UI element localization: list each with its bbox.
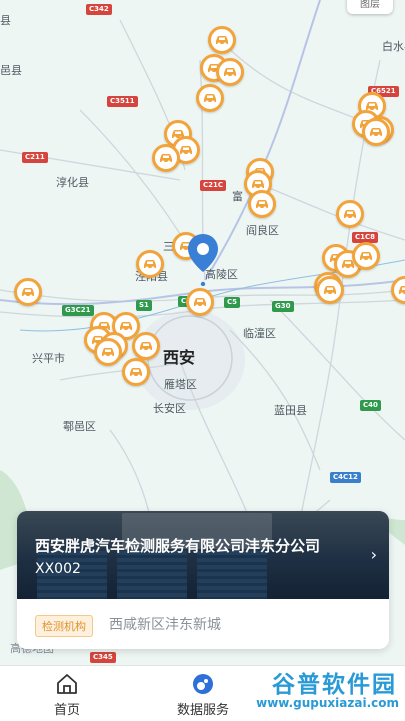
station-marker[interactable] — [316, 276, 344, 304]
station-marker[interactable] — [196, 84, 224, 112]
car-icon — [120, 322, 132, 332]
road-shield: C5 — [224, 297, 241, 308]
station-marker[interactable] — [14, 278, 42, 306]
station-marker[interactable] — [216, 58, 244, 86]
car-icon — [224, 68, 236, 78]
car-icon — [216, 36, 228, 46]
chevron-right-icon[interactable]: › — [371, 545, 377, 564]
road-shield: C345 — [90, 652, 116, 663]
data-service-icon — [193, 674, 213, 694]
place-label: 邑县 — [0, 64, 22, 77]
road-shield: G30 — [272, 301, 294, 312]
car-icon — [370, 128, 382, 138]
station-marker[interactable] — [336, 200, 364, 228]
car-icon — [399, 286, 405, 296]
watermark-logo: 谷普软件园 — [272, 672, 397, 698]
station-type-badge: 检测机构 — [35, 615, 93, 637]
road-shield: C21C — [200, 180, 227, 191]
car-icon — [144, 260, 156, 270]
place-label: 阎良区 — [246, 224, 279, 237]
road-shield: C40 — [360, 400, 381, 411]
place-label: 白水县 — [382, 40, 405, 53]
car-icon — [180, 146, 192, 156]
road-shield: G3C21 — [62, 305, 94, 316]
car-icon — [130, 368, 142, 378]
car-icon — [256, 200, 268, 210]
car-icon — [22, 288, 34, 298]
place-label: 雁塔区 — [164, 378, 197, 391]
place-label: 富 — [232, 190, 243, 203]
watermark: 谷普软件园 www.gupuxiazai.com — [224, 663, 405, 720]
station-address: 西咸新区沣东新城 — [109, 617, 221, 633]
station-marker[interactable] — [152, 144, 180, 172]
station-code: XX002 — [35, 561, 81, 577]
tab-label: 首页 — [53, 703, 80, 718]
current-location-marker — [188, 234, 218, 286]
place-label: 县 — [0, 14, 11, 27]
road-shield: C4C12 — [330, 472, 361, 483]
road-shield: C342 — [86, 4, 112, 15]
station-marker[interactable] — [352, 242, 380, 270]
place-label: 长安区 — [153, 402, 186, 415]
place-label: 兴平市 — [32, 352, 65, 365]
car-icon — [252, 180, 264, 190]
place-label: 临潼区 — [243, 327, 276, 340]
road-shield: S1 — [136, 300, 152, 311]
map-layers-button[interactable]: 图层 — [347, 0, 393, 14]
place-label: 蓝田县 — [274, 404, 307, 417]
city-label: 西安 — [163, 348, 196, 367]
car-icon — [102, 348, 114, 358]
station-marker[interactable] — [136, 250, 164, 278]
station-name: 西安胖虎汽车检测服务有限公司沣东分公司 — [35, 537, 321, 555]
station-marker[interactable] — [362, 118, 390, 146]
car-icon — [160, 154, 172, 164]
station-marker[interactable] — [132, 332, 160, 360]
station-marker[interactable] — [186, 288, 214, 316]
car-icon — [344, 210, 356, 220]
car-icon — [204, 94, 216, 104]
station-marker[interactable] — [248, 190, 276, 218]
car-icon — [324, 286, 336, 296]
home-icon — [57, 674, 77, 694]
road-shield: C211 — [22, 152, 48, 163]
tab-home[interactable]: 首页 — [22, 666, 112, 721]
car-icon — [360, 252, 372, 262]
place-label: 鄠邑区 — [63, 420, 96, 433]
place-label: 淳化县 — [56, 176, 89, 189]
station-card[interactable]: 西安胖虎汽车检测服务有限公司沣东分公司 XX002 › 检测机构 西咸新区沣东新… — [17, 511, 389, 649]
station-marker[interactable] — [208, 26, 236, 54]
station-marker[interactable] — [122, 358, 150, 386]
car-icon — [194, 298, 206, 308]
road-shield: C3511 — [107, 96, 138, 107]
car-icon — [140, 342, 152, 352]
watermark-url: www.gupuxiazai.com — [256, 696, 399, 710]
station-marker[interactable] — [94, 338, 122, 366]
